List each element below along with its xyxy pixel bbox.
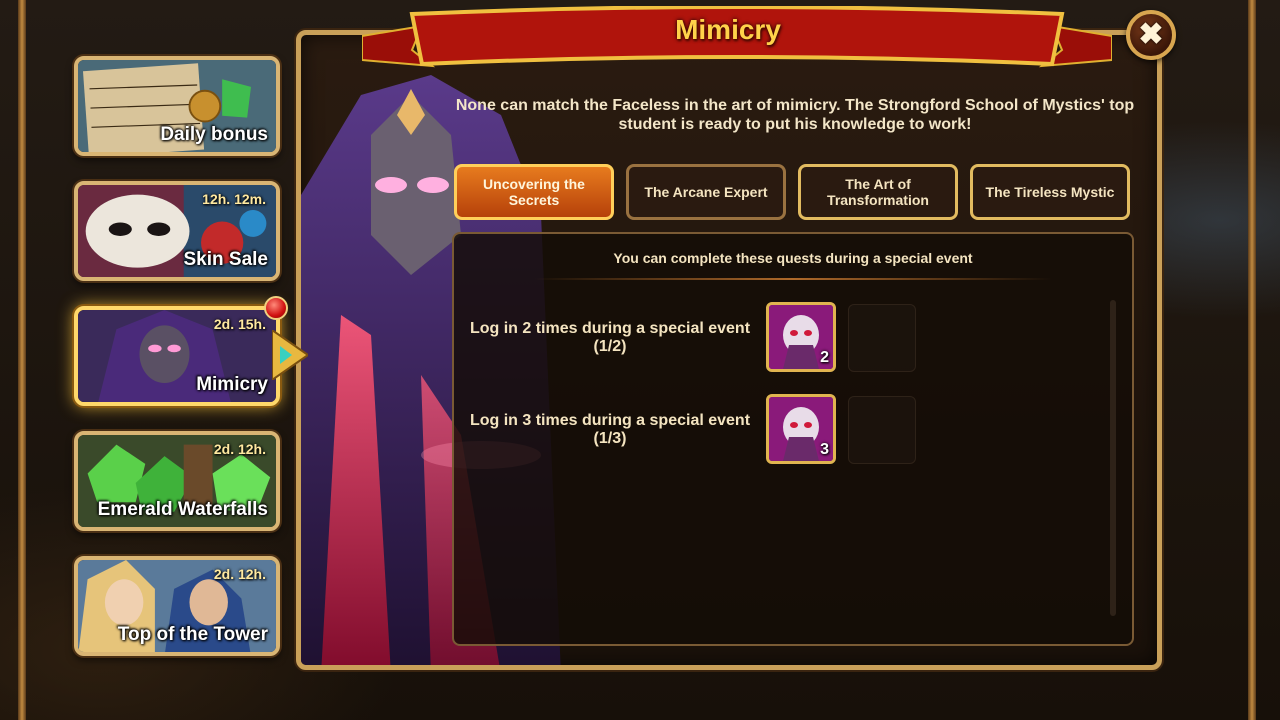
quest-description: Log in 2 times during a special event <box>469 320 751 337</box>
quest-text: Log in 2 times during a special event (1… <box>454 320 766 356</box>
tab-the-arcane-expert[interactable]: The Arcane Expert <box>626 164 786 220</box>
quest-description: Log in 3 times during a special event <box>469 412 751 429</box>
event-timer: 12h. 12m. <box>202 191 266 207</box>
reward-count: 2 <box>820 349 829 366</box>
event-timer: 2d. 15h. <box>213 316 266 332</box>
quest-list-heading: You can complete these quests during a s… <box>613 250 973 266</box>
left-frame-border <box>18 0 26 720</box>
quest-row: Log in 3 times during a special event (1… <box>454 394 1134 466</box>
event-timer: 2d. 12h. <box>213 566 266 582</box>
tab-uncovering-the-secrets[interactable]: Uncovering the Secrets <box>454 164 614 220</box>
active-selection-arrow-icon <box>272 330 308 380</box>
event-card-daily-bonus[interactable]: Daily bonus <box>74 56 280 156</box>
event-card-top-of-the-tower[interactable]: 2d. 12h. Top of the Tower <box>74 556 280 656</box>
close-icon: ✖ <box>1138 18 1164 51</box>
event-card-skin-sale[interactable]: 12h. 12m. Skin Sale <box>74 181 280 281</box>
panel-title: Mimicry <box>675 14 781 45</box>
reward-item[interactable]: 2 <box>766 302 836 372</box>
divider <box>534 278 1052 280</box>
quest-progress: (1/2) <box>593 338 627 355</box>
quest-text: Log in 3 times during a special event (1… <box>454 412 766 448</box>
empty-reward-slot <box>848 304 916 372</box>
event-timer: 2d. 12h. <box>213 441 266 457</box>
tab-the-tireless-mystic[interactable]: The Tireless Mystic <box>970 164 1130 220</box>
quest-row: Log in 2 times during a special event (1… <box>454 302 1134 374</box>
event-card-emerald-waterfalls[interactable]: 2d. 12h. Emerald Waterfalls <box>74 431 280 531</box>
event-description: None can match the Faceless in the art o… <box>455 97 1135 133</box>
reward-count: 3 <box>820 441 829 458</box>
empty-reward-slot <box>848 396 916 464</box>
event-label: Emerald Waterfalls <box>97 499 268 520</box>
event-label: Top of the Tower <box>117 624 268 645</box>
event-label: Mimicry <box>196 374 268 395</box>
quest-list: You can complete these quests during a s… <box>452 232 1134 646</box>
notification-dot-icon <box>264 296 288 320</box>
close-button[interactable]: ✖ <box>1126 10 1176 60</box>
event-label: Daily bonus <box>160 124 268 145</box>
reward-item[interactable]: 3 <box>766 394 836 464</box>
right-frame-border <box>1248 0 1256 720</box>
event-card-mimicry[interactable]: 2d. 15h. Mimicry <box>74 306 280 406</box>
event-label: Skin Sale <box>183 249 269 270</box>
quest-progress: (1/3) <box>593 430 627 447</box>
tab-the-art-of-transformation[interactable]: The Art of Transformation <box>798 164 958 220</box>
